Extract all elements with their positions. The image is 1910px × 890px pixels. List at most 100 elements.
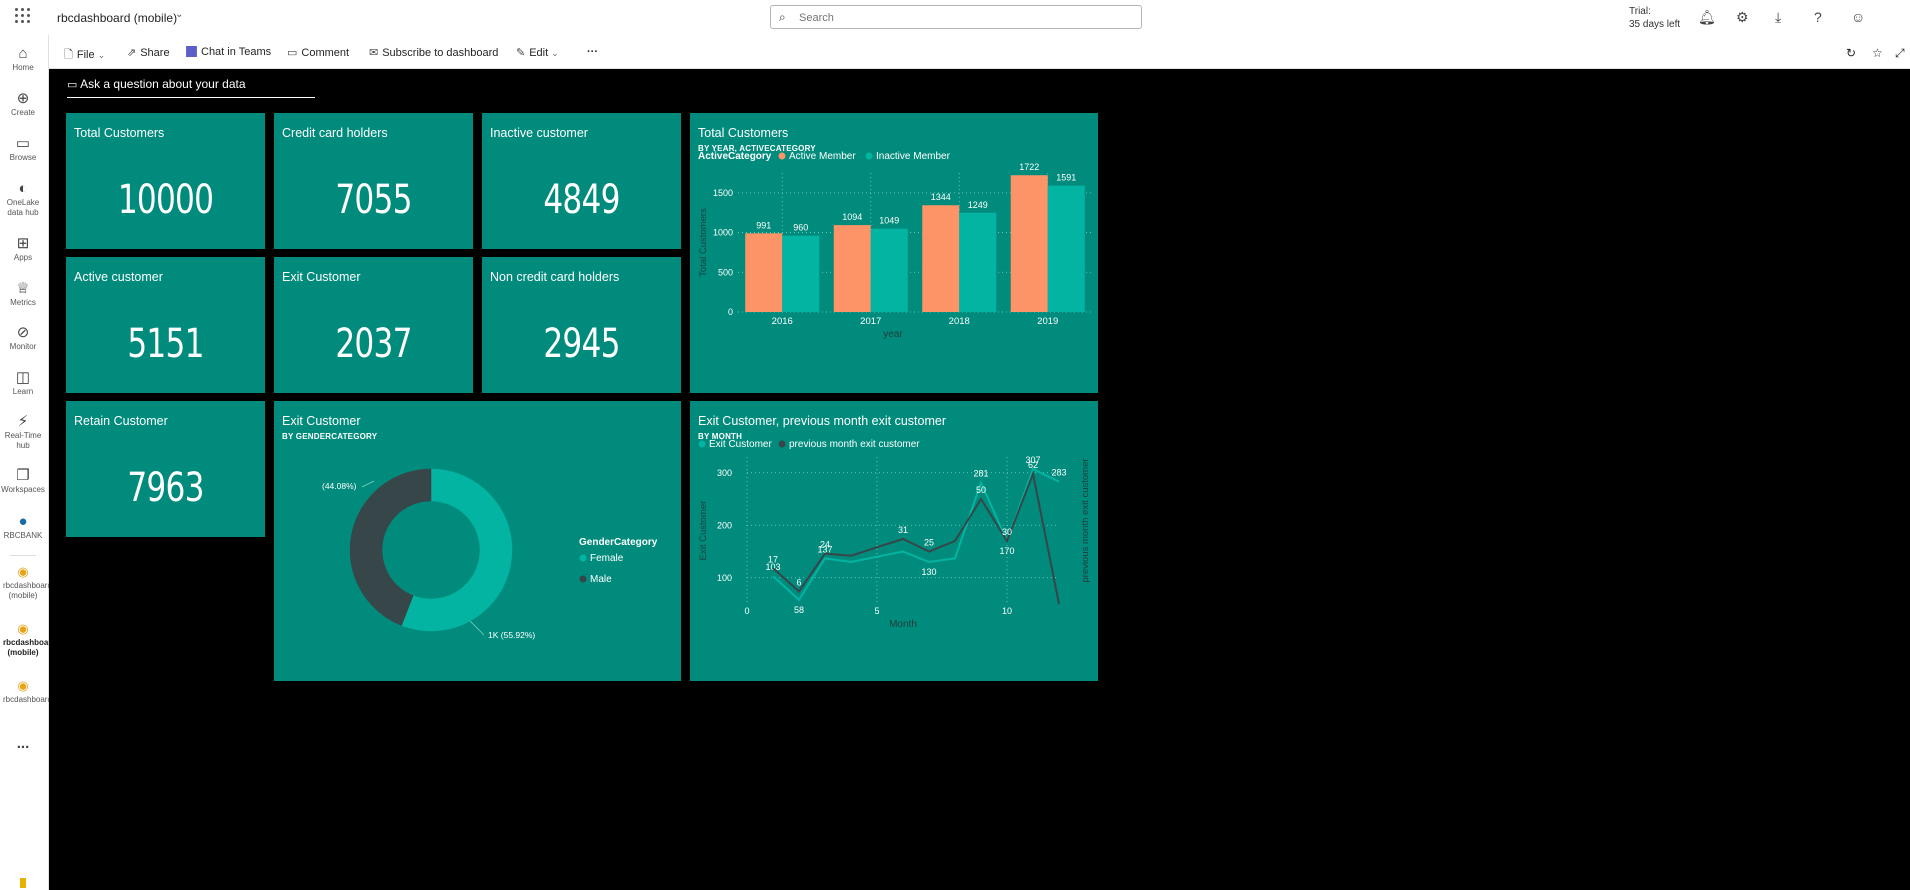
more-options-button[interactable]: ···	[587, 46, 598, 58]
file-menu[interactable]: 🗋︎ File ⌄	[64, 46, 105, 65]
tile-inactive-customer[interactable]: Inactive customer 4849	[482, 113, 681, 249]
nav-dashboard-mobile-2[interactable]: ◉ rbcdashboard (mobile)	[0, 620, 56, 658]
legend-label: Inactive Member	[876, 151, 951, 162]
more-icon: ...	[16, 735, 30, 752]
search-input[interactable]	[797, 9, 1131, 27]
nav-realtime-hub[interactable]: ⚡︎ Real-Time hub	[0, 413, 46, 451]
legend-marker	[865, 152, 873, 160]
bar	[745, 233, 783, 312]
nav-dashboard-mobile-1[interactable]: ◉ rbcdashboard (mobile)	[0, 563, 52, 601]
tile-exit-by-month[interactable]: Exit Customer, previous month exit custo…	[690, 401, 1098, 681]
legend-label: Exit Customer	[709, 439, 772, 450]
chevron-down-icon[interactable]: ⌄	[175, 9, 183, 20]
x-tick-label: 2019	[1037, 316, 1058, 327]
onelake-icon: ◐	[18, 180, 28, 197]
workspaces-icon: ❐	[16, 467, 30, 484]
legend-label: Female	[590, 553, 624, 564]
leader-line	[469, 620, 485, 636]
card-value: 2037	[335, 321, 412, 367]
nav-divider	[10, 555, 36, 556]
share-button[interactable]: ⇗ Share	[127, 46, 170, 59]
nav-dashboard[interactable]: ◉ rbcdashboard	[0, 677, 52, 705]
chevron-down-icon: ⌄	[97, 50, 106, 60]
monitor-icon: ⊘	[16, 324, 30, 341]
x-tick-label: 2018	[949, 316, 970, 327]
card-value: 7963	[127, 465, 204, 511]
fullscreen-icon[interactable]: ⤢	[1895, 46, 1905, 61]
file-icon: 🗋︎	[64, 49, 73, 61]
tile-credit-card-holders[interactable]: Credit card holders 7055	[274, 113, 473, 249]
data-label: 62	[1028, 460, 1038, 470]
tile-exit-by-gender[interactable]: Exit Customer BY GENDERCATEGORY 1K (55.9…	[274, 401, 681, 681]
series-line	[772, 470, 1060, 605]
y-tick-label: 1500	[713, 188, 733, 198]
card-value: 7055	[335, 177, 412, 223]
nav-metrics[interactable]: ♕ Metrics	[0, 280, 46, 308]
nav-monitor[interactable]: ⊘ Monitor	[0, 324, 46, 352]
apps-icon: ⊞	[16, 235, 30, 252]
edit-menu[interactable]: ✎ Edit ⌄	[516, 46, 559, 59]
data-label: 1249	[968, 200, 988, 210]
y-tick-label: 1000	[713, 228, 733, 238]
gear-icon[interactable]: ⚙	[1736, 9, 1749, 26]
favorite-star-icon[interactable]: ☆	[1872, 46, 1883, 60]
nav-create[interactable]: ⊕ Create	[0, 90, 46, 118]
tile-total-customers[interactable]: Total Customers 10000	[66, 113, 265, 249]
bell-icon[interactable]: 🔔︎	[1698, 9, 1716, 26]
subscribe-button[interactable]: ✉ Subscribe to dashboard	[369, 46, 498, 59]
nav-rbcbank[interactable]: ● RBCBANK	[0, 513, 46, 541]
chat-in-teams-button[interactable]: ⬛︎ Chat in Teams	[186, 46, 271, 59]
nav-home[interactable]: ⌂ Home	[0, 45, 46, 73]
data-label: 283	[1051, 468, 1066, 478]
refresh-icon[interactable]: ↻	[1846, 46, 1856, 60]
data-label: 30	[1002, 527, 1012, 537]
legend-label: Active Member	[789, 151, 856, 162]
tile-active-customer[interactable]: Active customer 5151	[66, 257, 265, 393]
y-axis-label: Exit Customer	[698, 501, 709, 561]
slice-label: 1K (55.92%)	[488, 630, 535, 640]
search-box[interactable]: ⌕	[770, 5, 1142, 29]
tile-non-credit-card-holders[interactable]: Non credit card holders 2945	[482, 257, 681, 393]
data-label: 17	[768, 554, 778, 564]
tile-retain-customer[interactable]: Retain Customer 7963	[66, 401, 265, 537]
x-tick-label: 2016	[772, 316, 793, 327]
qa-box[interactable]: ▭ Ask a question about your data	[67, 77, 315, 98]
nav-learn[interactable]: ◫ Learn	[0, 369, 46, 397]
trial-label: Trial:	[1629, 6, 1651, 17]
legend-marker	[579, 554, 587, 562]
bar	[1010, 175, 1048, 312]
comment-button[interactable]: ▭ Comment	[287, 46, 349, 59]
nav-onelake[interactable]: ◐ OneLake data hub	[0, 180, 46, 218]
series-line	[772, 467, 1060, 602]
card-value: 10000	[117, 177, 214, 223]
legend-title: ActiveCategory	[698, 151, 772, 162]
app-launcher-icon[interactable]	[15, 8, 31, 24]
tile-exit-customer[interactable]: Exit Customer 2037	[274, 257, 473, 393]
nav-apps[interactable]: ⊞ Apps	[0, 235, 46, 263]
card-title: Retain Customer	[74, 414, 168, 428]
folder-icon: ▭	[15, 135, 31, 152]
data-label: 1591	[1056, 173, 1076, 183]
data-label: 50	[976, 485, 986, 495]
download-icon[interactable]: ⤓	[1775, 9, 1781, 26]
left-nav: ⌂ Home ⊕ Create ▭ Browse ◐ OneLake data hub …	[0, 35, 56, 890]
pencil-icon: ✎	[516, 47, 526, 59]
help-icon[interactable]: ?	[1814, 9, 1822, 25]
slice-label: (44.08%)	[322, 481, 357, 491]
data-label: 31	[898, 525, 908, 535]
workspace-globe-icon: ●	[18, 513, 28, 530]
donut-chart: 1K (55.92%) (44.08%) GenderCategory Female M…	[322, 468, 658, 640]
realtime-icon: ⚡︎	[17, 413, 29, 430]
x-axis-label: Month	[889, 619, 917, 630]
action-bar: 🗋︎ File ⌄ ⇗ Share ⬛︎ Chat in Teams ▭ Comment…	[49, 35, 1910, 69]
dashboard-icon: ◉	[17, 621, 29, 636]
feedback-icon[interactable]: ☺	[1851, 9, 1865, 25]
nav-more[interactable]: ...	[0, 735, 46, 753]
data-label: 58	[794, 605, 804, 615]
subscribe-icon: ✉	[369, 47, 379, 59]
tile-total-customers-chart[interactable]: Total Customers BY YEAR, ACTIVECATEGORY …	[690, 113, 1098, 393]
nav-browse[interactable]: ▭ Browse	[0, 135, 46, 163]
app-title[interactable]: rbcdashboard (mobile)	[57, 11, 177, 25]
qa-label: Ask a question about your data	[80, 77, 246, 91]
nav-workspaces[interactable]: ❐ Workspaces	[0, 467, 46, 495]
